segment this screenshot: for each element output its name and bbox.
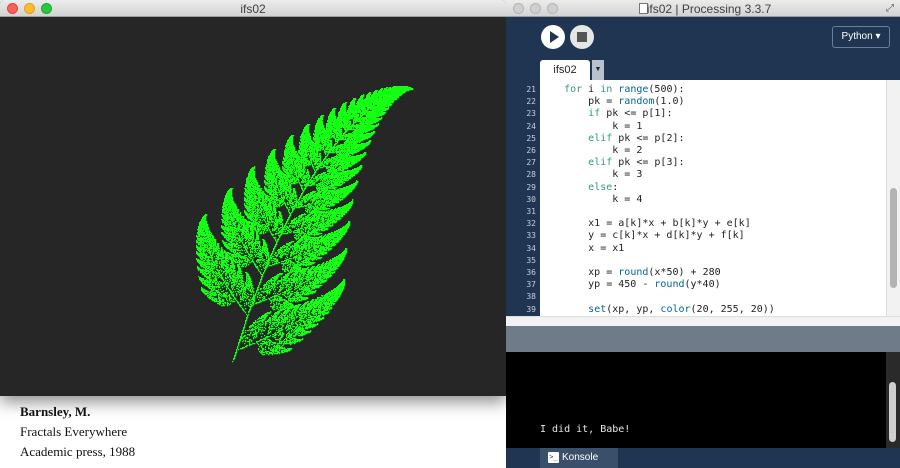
code-line: k = 2 (540, 145, 643, 156)
console-tab[interactable]: >_ Konsole (540, 448, 618, 468)
stop-button[interactable] (570, 25, 594, 49)
sketch-window-title: ifs02 (240, 2, 266, 16)
ide-window-title: ifs02 | Processing 3.3.7 (646, 2, 772, 16)
citation-author: Barnsley, M. (20, 404, 91, 419)
code-line: y = c[k]*x + d[k]*y + f[k] (540, 230, 745, 242)
ide-titlebar[interactable]: ifs02 | Processing 3.3.7 ⤢ (506, 0, 900, 17)
line-number: 38 (526, 292, 536, 302)
run-button[interactable] (541, 25, 565, 49)
console-scroll-thumb[interactable] (889, 382, 896, 442)
console-scrollbar[interactable] (886, 352, 900, 448)
ide-footer: >_ Konsole (506, 448, 900, 468)
mode-selector[interactable]: Python ▾ (832, 26, 890, 48)
line-number: 33 (526, 231, 536, 241)
code-line: if pk <= p[1]: (588, 108, 673, 120)
line-number: 39 (526, 304, 536, 314)
line-number: 32 (526, 219, 536, 229)
console-panel: I did it, Babe! (506, 352, 900, 448)
line-number: 27 (526, 158, 536, 168)
line-number: 25 (526, 133, 536, 143)
code-line: pk = random(1.0) (540, 96, 685, 108)
citation: Barnsley, M. Fractals Everywhere Academi… (20, 402, 490, 462)
citation-title: Fractals Everywhere (20, 424, 128, 439)
code-line: set(xp, yp, color(20, 255, 20)) (588, 303, 775, 315)
line-number: 30 (526, 194, 536, 204)
code-line: x = x1 (540, 242, 625, 254)
editor-console-divider[interactable] (506, 326, 900, 352)
line-number: 23 (526, 109, 536, 119)
line-number: 21 (526, 85, 536, 94)
sketch-window: ifs02 (0, 0, 506, 396)
code-line: k = 4 (540, 193, 643, 205)
line-number: 31 (526, 207, 536, 216)
code-line: x1 = a[k]*x + b[k]*y + e[k] (540, 218, 751, 230)
processing-ide-window: ifs02 | Processing 3.3.7 ⤢ Python ▾ ifs0… (506, 0, 900, 468)
code-editor[interactable]: 2122232425262728293031323334353637383940… (506, 80, 900, 326)
line-number: 29 (526, 182, 536, 192)
editor-scroll-thumb[interactable] (890, 188, 897, 288)
line-number: 28 (526, 170, 536, 180)
terminal-icon: >_ (548, 452, 559, 463)
console-tab-label: Konsole (562, 452, 599, 463)
console-output: I did it, Babe! (540, 424, 631, 435)
code-line: k = 1 (540, 120, 643, 132)
line-number: 26 (526, 146, 536, 155)
code-line: elif pk <= p[2]: (588, 132, 685, 144)
line-number: 37 (526, 280, 536, 290)
editor-horizontal-scrollbar[interactable] (506, 316, 900, 326)
line-number: 35 (526, 255, 536, 265)
code-line: elif pk <= p[3]: (588, 157, 685, 169)
fullscreen-icon[interactable]: ⤢ (886, 3, 894, 14)
code-line: yp = 450 - round(y*40) (540, 279, 721, 291)
editor-vertical-scrollbar[interactable] (886, 80, 900, 326)
line-number: 34 (526, 243, 536, 253)
fern-fractal (196, 86, 414, 363)
line-number: 22 (526, 97, 536, 107)
citation-publisher: Academic press, 1988 (20, 444, 136, 459)
tab-bar: ifs02 ▼ (506, 57, 900, 80)
fern-canvas (0, 18, 506, 396)
line-number-gutter: 2122232425262728293031323334353637383940 (506, 80, 540, 326)
sketch-titlebar[interactable]: ifs02 (0, 0, 506, 17)
line-number: 24 (526, 121, 536, 131)
code-line: xp = round(x*50) + 280 (540, 267, 721, 278)
code-line: for i in range(500): (564, 84, 685, 95)
tab-menu-chevron-down-icon[interactable]: ▼ (592, 60, 604, 80)
code-line: else: (588, 181, 619, 193)
code-area[interactable]: for i in range(500): pk = random(1.0) if… (540, 80, 886, 326)
ide-toolbar: Python ▾ (506, 17, 900, 57)
code-line: k = 3 (540, 169, 643, 181)
line-number: 36 (526, 268, 536, 277)
tab-ifs02[interactable]: ifs02 (540, 60, 590, 80)
